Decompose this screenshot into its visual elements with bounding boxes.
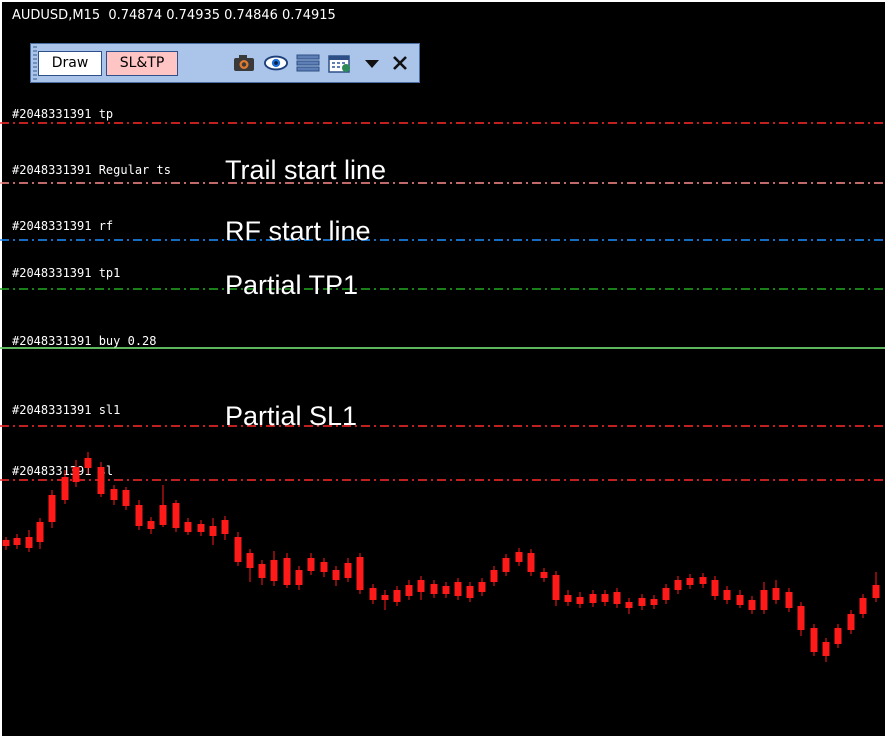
candle xyxy=(84,452,92,474)
candle xyxy=(295,566,303,590)
candle xyxy=(122,487,130,510)
candle xyxy=(417,576,425,600)
candle xyxy=(110,485,118,505)
close-icon[interactable] xyxy=(388,53,412,73)
draw-tab[interactable]: Draw xyxy=(38,51,102,76)
price-chart[interactable]: AUDUSD,M15 0.74874 0.74935 0.74846 0.749… xyxy=(0,0,885,736)
candle xyxy=(147,517,155,534)
candle xyxy=(859,594,867,618)
candle xyxy=(430,580,438,598)
candle xyxy=(344,558,352,582)
candle xyxy=(307,553,315,575)
candle xyxy=(601,590,609,606)
candle xyxy=(246,549,254,582)
candle xyxy=(515,548,523,566)
candle xyxy=(442,582,450,598)
candle xyxy=(847,610,855,634)
candle xyxy=(320,558,328,577)
candle xyxy=(699,573,707,588)
candle xyxy=(674,576,682,594)
candle xyxy=(135,500,143,530)
drag-handle[interactable] xyxy=(33,46,37,80)
candle xyxy=(552,571,560,606)
candle xyxy=(638,594,646,610)
chevron-down-icon[interactable] xyxy=(360,53,384,73)
candle xyxy=(834,624,842,648)
candle xyxy=(650,595,658,609)
candle xyxy=(490,566,498,586)
candle xyxy=(184,518,192,535)
candle xyxy=(872,572,880,602)
candle xyxy=(356,553,364,594)
candle xyxy=(72,460,80,487)
candle xyxy=(711,576,719,600)
candle xyxy=(772,580,780,604)
candle xyxy=(13,534,21,549)
candle xyxy=(625,598,633,614)
candle xyxy=(393,586,401,606)
candle xyxy=(25,530,33,552)
candle xyxy=(760,582,768,614)
camera-icon[interactable] xyxy=(232,53,256,73)
candle xyxy=(723,586,731,604)
candle xyxy=(662,584,670,604)
list-icon[interactable] xyxy=(296,53,320,73)
candle xyxy=(576,592,584,608)
candle xyxy=(36,518,44,549)
candle xyxy=(564,590,572,606)
sltp-tab[interactable]: SL&TP xyxy=(106,51,178,76)
candle xyxy=(197,520,205,536)
candle xyxy=(502,554,510,576)
candle xyxy=(540,568,548,582)
candle xyxy=(209,518,217,545)
candle xyxy=(478,578,486,596)
candle xyxy=(785,588,793,612)
candle xyxy=(97,462,105,497)
candle xyxy=(172,500,180,532)
candle xyxy=(369,584,377,604)
candle xyxy=(466,582,474,602)
candle xyxy=(61,470,69,504)
candle xyxy=(748,596,756,614)
candle xyxy=(48,490,56,528)
trade-panel-toolbar[interactable]: Draw SL&TP xyxy=(30,43,420,83)
candle xyxy=(258,560,266,585)
candle xyxy=(613,588,621,608)
calendar-icon[interactable] xyxy=(328,53,352,73)
candle xyxy=(2,537,10,550)
candle xyxy=(381,590,389,610)
candle xyxy=(589,590,597,607)
candle xyxy=(159,485,167,527)
candle xyxy=(270,551,278,586)
candle xyxy=(332,566,340,586)
candle xyxy=(810,624,818,656)
candle xyxy=(405,580,413,600)
candle xyxy=(822,638,830,662)
candle xyxy=(797,602,805,636)
eye-icon[interactable] xyxy=(264,53,288,73)
candle xyxy=(736,590,744,608)
candle xyxy=(686,574,694,589)
candle xyxy=(454,578,462,600)
candle xyxy=(283,553,291,588)
candle xyxy=(527,549,535,576)
candlestick-series xyxy=(2,452,880,662)
candle xyxy=(234,532,242,566)
candle xyxy=(221,516,229,540)
